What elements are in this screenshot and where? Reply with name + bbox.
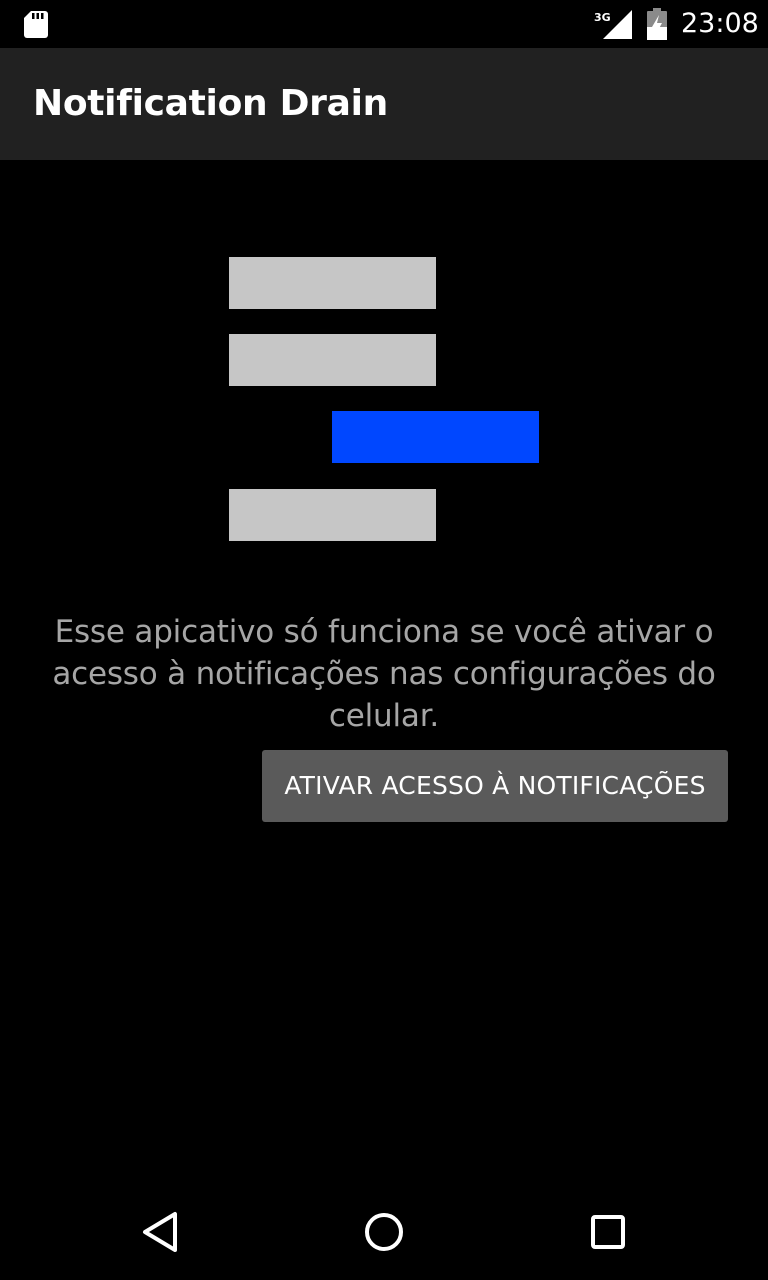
illustration-bar-highlighted: [332, 411, 539, 463]
recents-icon[interactable]: [584, 1208, 632, 1256]
sd-card-icon: [24, 11, 48, 38]
navigation-bar: [0, 1184, 768, 1280]
illustration-bar-2: [229, 334, 436, 386]
status-time: 23:08: [681, 8, 759, 39]
battery-icon: [647, 8, 667, 40]
back-icon[interactable]: [136, 1208, 184, 1256]
home-icon[interactable]: [360, 1208, 408, 1256]
signal-icon: 3G: [594, 10, 632, 39]
notification-illustration: [0, 160, 768, 580]
screen: 3G 23:08 Notification Drain Esse apicati…: [0, 0, 768, 1280]
network-type-label: 3G: [594, 11, 611, 24]
app-bar: Notification Drain: [0, 48, 768, 160]
illustration-bar-4: [229, 489, 436, 541]
activate-notification-access-button[interactable]: ATIVAR ACESSO À NOTIFICAÇÕES: [262, 750, 728, 822]
permission-message: Esse apicativo só funciona se você ativa…: [52, 614, 716, 734]
app-title: Notification Drain: [33, 83, 388, 124]
illustration-bar-1: [229, 257, 436, 309]
status-bar: 3G 23:08: [0, 0, 768, 48]
